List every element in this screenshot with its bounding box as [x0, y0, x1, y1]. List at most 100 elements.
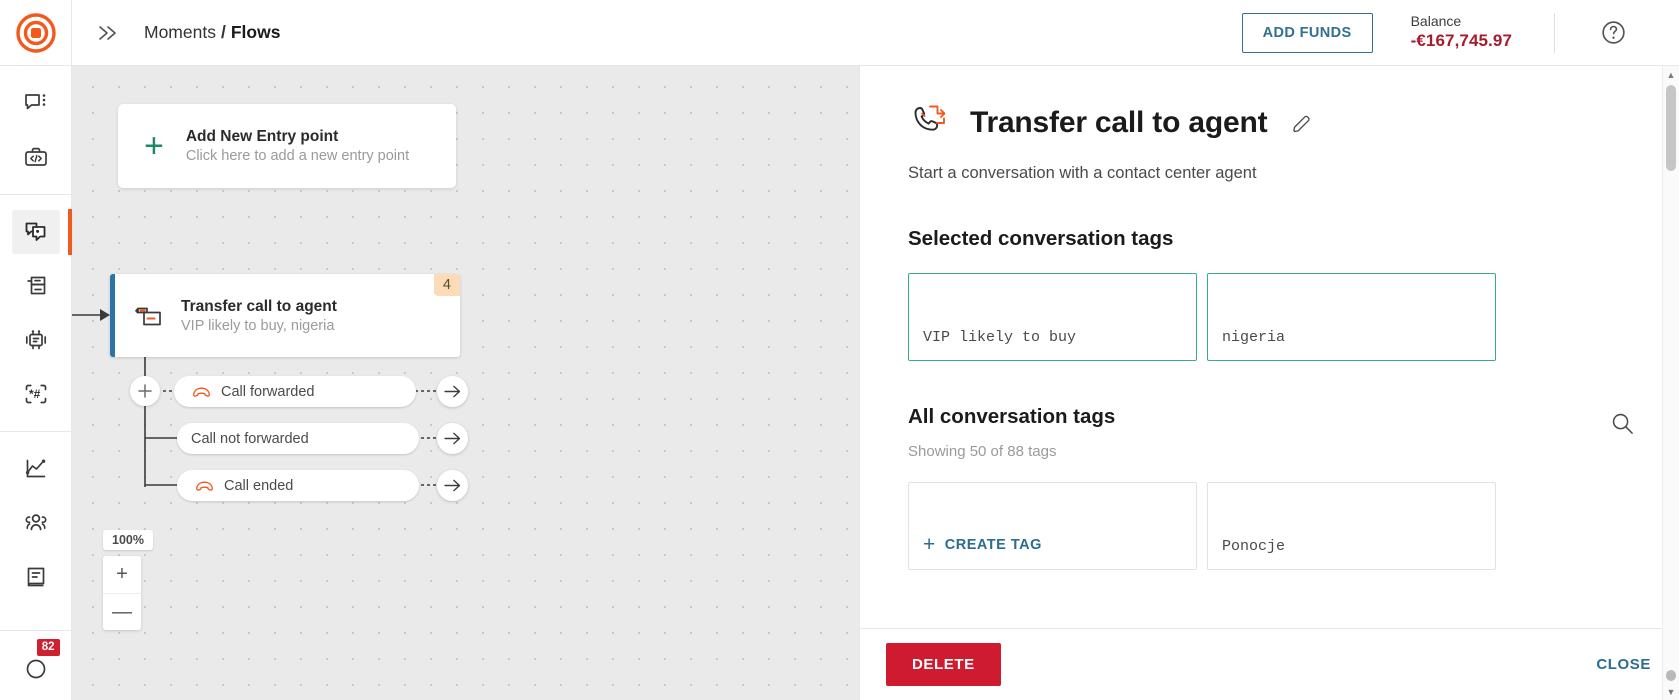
close-button[interactable]: CLOSE [1596, 656, 1651, 673]
transfer-call-node-icon [135, 307, 161, 325]
add-funds-button[interactable]: ADD FUNDS [1241, 12, 1373, 53]
infobip-logo-icon [15, 12, 56, 53]
selected-tags-title: Selected conversation tags [908, 227, 1174, 250]
scrollbar-track[interactable] [1663, 83, 1679, 683]
logo-cell[interactable] [0, 0, 72, 66]
nav-divider-3 [0, 630, 71, 631]
selected-tag-item[interactable]: nigeria [1207, 273, 1496, 361]
create-tag-button[interactable]: + CREATE TAG [923, 534, 1042, 555]
zoom-level-indicator: 100% [103, 530, 153, 550]
branch-label: Call ended [224, 477, 294, 494]
breadcrumb-parent[interactable]: Moments [144, 22, 216, 43]
ussd-keypad-icon: *# [25, 384, 46, 404]
arrow-right-icon [444, 479, 461, 492]
balance-amount: -€167,745.97 [1410, 31, 1512, 51]
app-root: Moments / Flows ADD FUNDS Balance -€167,… [0, 0, 1679, 700]
arrow-right-icon [444, 432, 461, 445]
flow-node-subtitle: VIP likely to buy, nigeria [181, 317, 335, 334]
scroll-up-arrow-icon[interactable]: ▲ [1667, 66, 1676, 83]
detail-panel: Transfer call to agent Start a conversat… [859, 66, 1679, 700]
plus-icon: + [144, 127, 164, 165]
sidebar-item-people[interactable] [12, 501, 60, 545]
selected-tag-item[interactable]: VIP likely to buy [908, 273, 1197, 361]
sidebar-item-notifications[interactable]: 82 [12, 639, 60, 689]
detail-panel-header: Transfer call to agent [908, 102, 1635, 144]
flow-node-transfer-call[interactable]: Transfer call to agent VIP likely to buy… [110, 274, 460, 357]
branch-pill-call-ended[interactable]: Call ended [177, 470, 419, 501]
search-icon [1612, 413, 1633, 434]
edit-title-button[interactable] [1291, 113, 1312, 134]
all-tag-item[interactable]: Ponocje [1207, 482, 1496, 570]
flow-canvas[interactable]: + Add New Entry point Click here to add … [72, 66, 859, 700]
balance-label: Balance [1410, 12, 1462, 29]
delete-button[interactable]: DELETE [886, 643, 1001, 686]
add-branch-button[interactable] [130, 376, 160, 406]
detail-panel-footer: DELETE CLOSE [860, 628, 1679, 700]
selected-tags-grid: VIP likely to buy nigeria [908, 273, 1635, 361]
balance-display: Balance -€167,745.97 [1411, 12, 1512, 54]
zoom-in-button[interactable]: + [103, 556, 141, 593]
notifications-badge: 82 [36, 639, 60, 656]
help-button[interactable] [1591, 11, 1635, 55]
scrollbar-thumb[interactable] [1666, 85, 1676, 171]
sidebar-item-answers-bot[interactable] [12, 318, 60, 362]
notifications-icon [26, 659, 45, 679]
sidebar-item-conversations[interactable] [12, 81, 60, 125]
expand-sidebar-button[interactable] [72, 23, 144, 43]
scroll-down-arrow-icon[interactable]: ▼ [1667, 683, 1676, 700]
moments-flows-icon [25, 222, 45, 241]
sidebar-item-broadcast[interactable] [12, 264, 60, 308]
search-tags-button[interactable] [1610, 411, 1635, 441]
selected-tag-label: VIP likely to buy [923, 329, 1077, 346]
help-circle-icon [1601, 21, 1625, 44]
answers-bot-icon [25, 330, 46, 350]
conversations-icon [24, 94, 45, 110]
all-tags-count: Showing 50 of 88 tags [908, 443, 1057, 460]
catalog-book-icon [27, 567, 44, 587]
all-tags-header: All conversation tags Showing 50 of 88 t… [908, 361, 1635, 460]
analytics-icon [25, 459, 45, 478]
branch-pill-call-not-forwarded[interactable]: Call not forwarded [177, 423, 419, 454]
all-tag-label: Ponocje [1222, 538, 1286, 555]
entry-card-text: Add New Entry point Click here to add a … [186, 128, 409, 164]
branch-label: Call not forwarded [191, 430, 309, 447]
nav-bottom-group: 82 [0, 630, 71, 700]
people-icon [25, 514, 46, 531]
sidebar-item-ussd[interactable]: *# [12, 372, 60, 416]
arrow-right-icon [444, 385, 461, 398]
flow-node-title: Transfer call to agent [181, 297, 337, 315]
page-title: Transfer call to agent [970, 106, 1268, 139]
plus-circle-icon [138, 384, 152, 398]
sidebar-item-analytics[interactable] [12, 447, 60, 491]
nav-group-3 [0, 432, 71, 614]
pencil-edit-icon [1293, 115, 1311, 132]
topbar-right-group: ADD FUNDS Balance -€167,745.97 [1241, 0, 1679, 66]
phone-hangup-icon [196, 481, 213, 491]
create-tag-label: CREATE TAG [944, 536, 1042, 553]
all-tags-header-text: All conversation tags Showing 50 of 88 t… [908, 361, 1115, 460]
sidebar-item-moments[interactable] [11, 209, 72, 255]
sidebar-item-catalog[interactable] [12, 555, 60, 599]
branch-pill-call-forwarded[interactable]: Call forwarded [174, 376, 416, 407]
broadcast-icon [27, 276, 45, 295]
branch-next-button-2[interactable] [437, 423, 468, 454]
detail-panel-content: Transfer call to agent Start a conversat… [860, 66, 1679, 628]
panel-scrollbar[interactable]: ▲ ▼ [1662, 66, 1679, 700]
breadcrumb-separator: / [220, 22, 226, 42]
all-tags-title: All conversation tags [908, 405, 1116, 428]
create-tag-card[interactable]: + CREATE TAG [908, 482, 1197, 570]
scrollbar-thumb-secondary[interactable] [1666, 670, 1676, 681]
sidebar-item-developer-tools[interactable] [12, 135, 60, 179]
branch-next-button-1[interactable] [437, 376, 468, 407]
svg-text:*#: *# [29, 387, 41, 401]
flow-node-text: Transfer call to agent VIP likely to buy… [181, 298, 337, 334]
entry-card-title: Add New Entry point [185, 128, 339, 145]
zoom-out-button[interactable]: — [103, 593, 141, 630]
double-chevron-right-icon [99, 25, 116, 40]
branch-next-button-3[interactable] [437, 470, 468, 501]
zoom-controls: + — [103, 556, 141, 630]
branch-label: Call forwarded [221, 383, 315, 400]
entry-card-subtitle: Click here to add a new entry point [185, 148, 410, 164]
plus-icon: + [923, 533, 936, 556]
add-entry-point-card[interactable]: + Add New Entry point Click here to add … [118, 104, 456, 188]
